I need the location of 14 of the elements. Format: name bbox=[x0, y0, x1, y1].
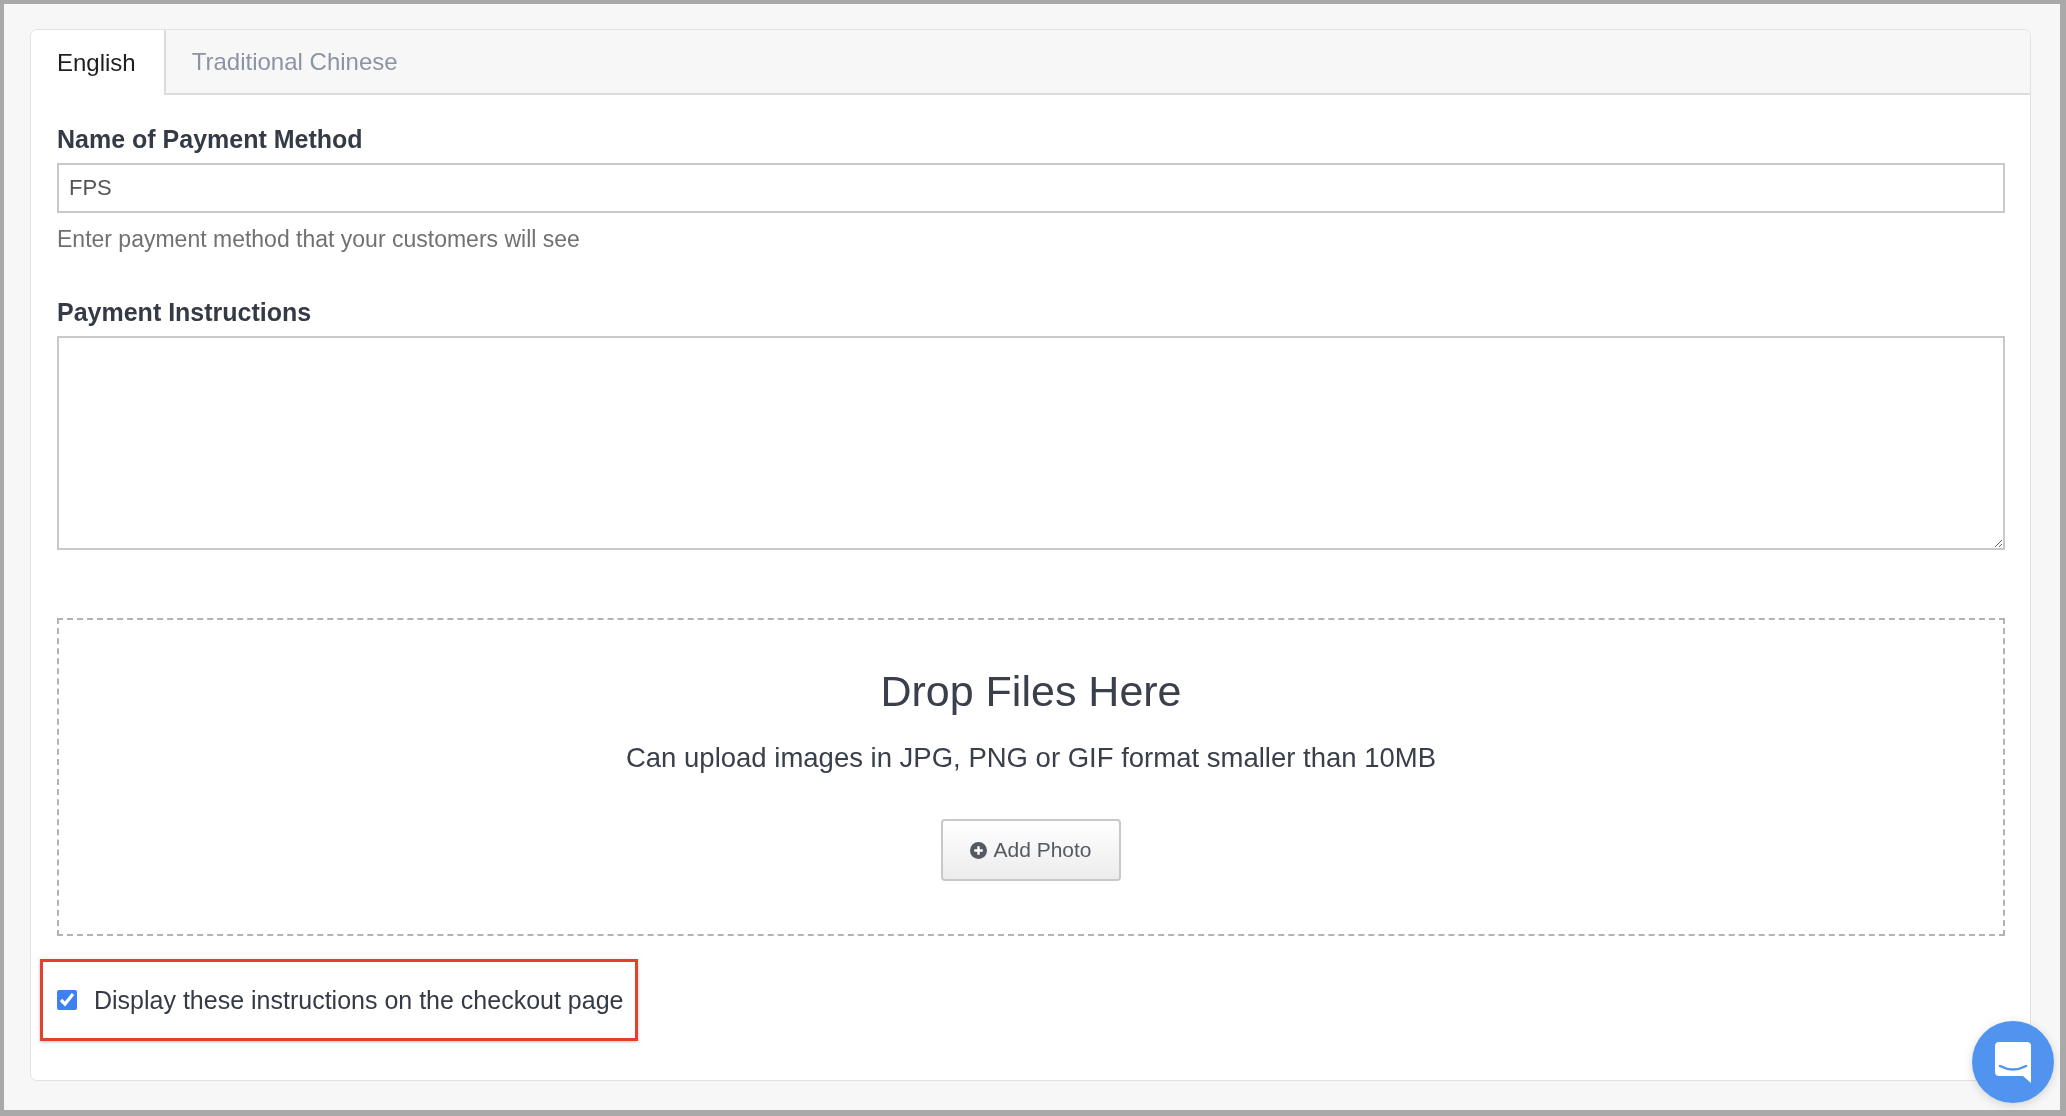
add-photo-button[interactable]: Add Photo bbox=[941, 819, 1121, 881]
drop-zone-hint: Can upload images in JPG, PNG or GIF format smaller than 10MB bbox=[625, 741, 1436, 775]
drop-zone-title: Drop Files Here bbox=[880, 666, 1182, 717]
text-area[interactable] bbox=[57, 336, 2005, 550]
checkbox-label: Display these instructions on the checkout page bbox=[94, 985, 624, 1015]
checkbox[interactable] bbox=[57, 990, 77, 1010]
field-label: Name of Payment Method bbox=[57, 124, 364, 154]
help-text: Enter payment method that your customers will see bbox=[57, 225, 581, 254]
text-input[interactable]: FPS bbox=[57, 163, 2005, 213]
field-label: Payment Instructions bbox=[57, 297, 313, 327]
tab[interactable]: English bbox=[31, 30, 166, 95]
chat-button[interactable] bbox=[1972, 1021, 2054, 1103]
plus-circle-icon bbox=[970, 841, 988, 859]
chat-bubble-icon bbox=[1995, 1041, 2031, 1083]
